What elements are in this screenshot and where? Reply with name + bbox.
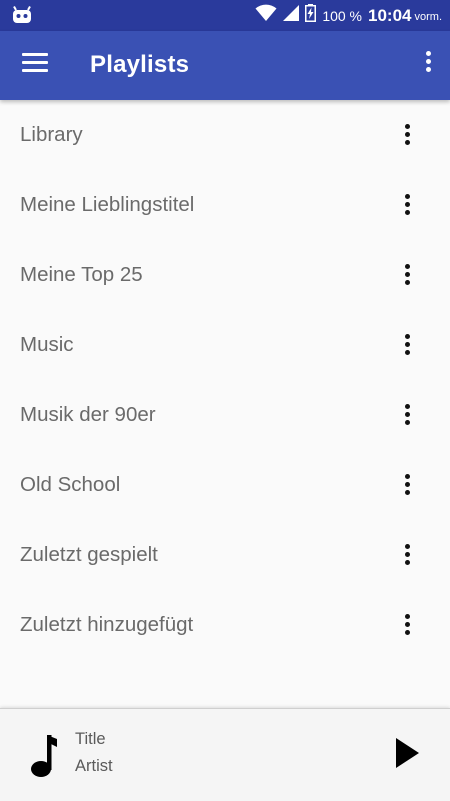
app-bar: Playlists [0,31,450,100]
more-vert-icon[interactable] [402,194,412,218]
more-vert-icon[interactable] [402,404,412,428]
play-icon[interactable] [394,737,420,769]
more-vert-icon[interactable] [402,474,412,498]
playlist-item[interactable]: Musik der 90er [0,380,450,450]
playlist-label: Meine Top 25 [20,263,143,286]
clock-time: 10:04 [368,5,412,25]
track-artist: Artist [75,757,113,775]
status-bar: 100 % 10:04 vorm. [0,0,450,31]
playlist-list: Library Meine Lieblingstitel Meine Top 2… [0,100,450,660]
more-vert-icon[interactable] [422,51,434,79]
playlist-label: Meine Lieblingstitel [20,193,195,216]
battery-charging-icon [305,4,317,27]
more-vert-icon[interactable] [402,334,412,358]
playlist-item[interactable]: Music [0,310,450,380]
playlist-item[interactable]: Zuletzt gespielt [0,520,450,590]
playlist-item[interactable]: Meine Lieblingstitel [0,170,450,240]
playlist-item[interactable]: Old School [0,450,450,520]
more-vert-icon[interactable] [402,124,412,148]
playlist-label: Musik der 90er [20,403,156,426]
playlist-item[interactable]: Zuletzt hinzugefügt [0,590,450,660]
hamburger-menu-icon[interactable] [22,53,48,75]
track-title: Title [75,730,106,748]
playlist-label: Library [20,123,83,146]
playlist-label: Zuletzt hinzugefügt [20,613,194,636]
now-playing-bar[interactable]: Title Artist [0,708,450,801]
more-vert-icon[interactable] [402,264,412,288]
playlist-label: Zuletzt gespielt [20,543,158,566]
cell-signal-icon [283,5,300,26]
playlist-item[interactable]: Meine Top 25 [0,240,450,310]
playlist-label: Old School [20,473,121,496]
playlist-label: Music [20,333,74,356]
battery-percentage: 100 % [322,7,363,24]
more-vert-icon[interactable] [402,544,412,568]
page-title: Playlists [90,51,190,78]
more-vert-icon[interactable] [402,614,412,638]
playlist-item[interactable]: Library [0,100,450,170]
music-note-icon [30,731,62,779]
clock-ampm: vorm. [414,11,443,23]
wifi-icon [255,4,277,27]
android-notification-icon [12,6,32,29]
